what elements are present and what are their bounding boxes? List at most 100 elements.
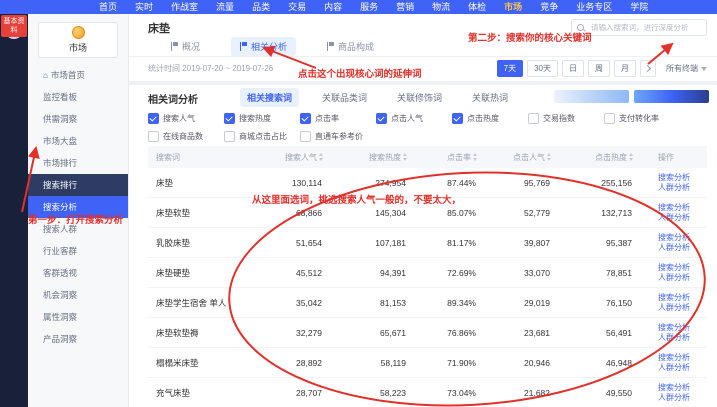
range-button-2[interactable]: 30天 <box>527 60 558 77</box>
action-link-1[interactable]: 搜索分析 <box>658 353 707 363</box>
action-link-2[interactable]: 人群分析 <box>658 273 707 283</box>
checkbox[interactable] <box>452 113 463 124</box>
nav-item-7[interactable]: 内容 <box>315 0 351 14</box>
sidebar-item-12[interactable]: 属性洞察 <box>28 306 128 328</box>
metric-filter[interactable]: 搜索热度 <box>224 111 300 125</box>
action-link-1[interactable]: 搜索分析 <box>658 233 707 243</box>
value-cell: 56,491 <box>566 328 648 338</box>
nav-item-5[interactable]: 品类 <box>243 0 279 14</box>
checkbox[interactable] <box>604 113 615 124</box>
search-box[interactable] <box>571 19 707 36</box>
action-link-2[interactable]: 人群分析 <box>658 393 707 403</box>
nav-item-13[interactable]: 竞争 <box>531 0 567 14</box>
sort-icon[interactable] <box>547 153 552 161</box>
action-link-1[interactable]: 搜索分析 <box>658 323 707 333</box>
nav-item-8[interactable]: 服务 <box>351 0 387 14</box>
panel-tab-4[interactable]: 关联热词 <box>465 88 515 107</box>
terminal-filter-label: 所有终端 <box>666 63 698 74</box>
checkbox[interactable] <box>148 131 159 142</box>
action-link-1[interactable]: 搜索分析 <box>658 203 707 213</box>
column-header-4[interactable]: 点击率 <box>422 152 492 163</box>
panel-tab-2[interactable]: 关联品类词 <box>315 88 374 107</box>
metric-filter[interactable]: 点击人气 <box>376 111 452 125</box>
nav-item-1[interactable]: 首页 <box>90 0 126 14</box>
action-link-2[interactable]: 人群分析 <box>658 183 707 193</box>
sort-icon[interactable] <box>629 153 634 161</box>
column-header-2[interactable]: 搜索人气 <box>260 152 338 163</box>
action-link-1[interactable]: 搜索分析 <box>658 173 707 183</box>
sidebar-item-4[interactable]: 市场大盘 <box>28 130 128 152</box>
sidebar-item-13[interactable]: 产品洞察 <box>28 328 128 350</box>
sidebar-header[interactable]: 市场 <box>38 22 118 58</box>
checkbox[interactable] <box>300 113 311 124</box>
nav-item-15[interactable]: 学院 <box>621 0 657 14</box>
column-header-3[interactable]: 搜索热度 <box>338 152 422 163</box>
range-button-1[interactable]: 7天 <box>497 60 523 77</box>
nav-item-11[interactable]: 体检 <box>459 0 495 14</box>
action-link-1[interactable]: 搜索分析 <box>658 383 707 393</box>
checkbox[interactable] <box>148 113 159 124</box>
sort-icon[interactable] <box>403 153 408 161</box>
nav-item-4[interactable]: 流量 <box>207 0 243 14</box>
checkbox[interactable] <box>300 131 311 142</box>
action-link-1[interactable]: 搜索分析 <box>658 263 707 273</box>
nav-item-10[interactable]: 物流 <box>423 0 459 14</box>
range-button-3[interactable]: 日 <box>562 60 584 77</box>
search-term-cell: 床垫软垫 <box>148 207 260 219</box>
checkbox[interactable] <box>224 131 235 142</box>
nav-item-2[interactable]: 实时 <box>126 0 162 14</box>
metric-filter[interactable]: 交易指数 <box>528 111 604 125</box>
nav-item-3[interactable]: 作战室 <box>162 0 207 14</box>
terminal-filter[interactable]: 所有终端 <box>666 63 707 74</box>
range-button-5[interactable]: 月 <box>614 60 636 77</box>
nav-item-9[interactable]: 营销 <box>387 0 423 14</box>
metric-filter[interactable]: 直通车参考价 <box>300 129 376 143</box>
sidebar-item-2[interactable]: 监控看板 <box>28 86 128 108</box>
metric-filter[interactable]: 商城点击占比 <box>224 129 300 143</box>
sidebar-item-10[interactable]: 客群透视 <box>28 262 128 284</box>
checkbox[interactable] <box>376 113 387 124</box>
sidebar-item-3[interactable]: 供需洞察 <box>28 108 128 130</box>
column-header-6[interactable]: 点击热度 <box>566 152 648 163</box>
value-cell: 89.34% <box>422 298 492 308</box>
sort-icon[interactable] <box>473 153 478 161</box>
column-header-5[interactable]: 点击人气 <box>492 152 566 163</box>
search-input[interactable] <box>589 22 701 33</box>
action-link-1[interactable]: 搜索分析 <box>658 293 707 303</box>
checkbox[interactable] <box>528 113 539 124</box>
sidebar-item-8[interactable]: 搜索人群 <box>28 218 128 240</box>
metric-filter[interactable]: 支付转化率 <box>604 111 680 125</box>
action-cell: 搜索分析人群分析 <box>648 233 707 253</box>
action-link-2[interactable]: 人群分析 <box>658 333 707 343</box>
sidebar-item-5[interactable]: 市场排行 <box>28 152 128 174</box>
search-term-cell: 充气床垫 <box>148 387 260 399</box>
table-row: 充气床垫28,70758,22373.04%21,68249,550搜索分析人群… <box>148 378 707 407</box>
top-nav: 首页实时作战室流量品类交易内容服务营销物流体检市场竞争业务专区学院 <box>0 0 717 14</box>
metric-filter[interactable]: 在线商品数 <box>148 129 224 143</box>
panel-tab-1[interactable]: 相关搜索词 <box>240 88 299 107</box>
action-link-2[interactable]: 人群分析 <box>658 303 707 313</box>
action-link-2[interactable]: 人群分析 <box>658 363 707 373</box>
action-link-2[interactable]: 人群分析 <box>658 243 707 253</box>
nav-item-12[interactable]: 市场 <box>495 0 531 14</box>
sidebar-item-11[interactable]: 机会洞察 <box>28 284 128 306</box>
page-tab-2[interactable]: 相关分析 <box>231 37 296 56</box>
checkbox[interactable] <box>224 113 235 124</box>
sort-icon[interactable] <box>319 153 324 161</box>
page-tab-3[interactable]: 商品构成 <box>318 37 383 56</box>
sidebar-item-9[interactable]: 行业客群 <box>28 240 128 262</box>
metric-filter[interactable]: 点击率 <box>300 111 376 125</box>
sidebar-item-1[interactable]: ⌂市场首页 <box>28 64 128 86</box>
sidebar: 市场 ⌂市场首页监控看板供需洞察市场大盘市场排行搜索排行搜索分析搜索人群行业客群… <box>28 14 129 407</box>
nav-item-14[interactable]: 业务专区 <box>567 0 621 14</box>
metric-filter[interactable]: 搜索人气 <box>148 111 224 125</box>
next-period-button[interactable] <box>640 60 656 77</box>
range-button-4[interactable]: 周 <box>588 60 610 77</box>
nav-item-6[interactable]: 交易 <box>279 0 315 14</box>
sidebar-item-7[interactable]: 搜索分析 <box>28 196 128 218</box>
panel-tab-3[interactable]: 关联修饰词 <box>390 88 449 107</box>
page-tab-1[interactable]: 概况 <box>162 37 209 56</box>
sidebar-item-6[interactable]: 搜索排行 <box>28 174 128 196</box>
metric-filter[interactable]: 点击热度 <box>452 111 528 125</box>
action-link-2[interactable]: 人群分析 <box>658 213 707 223</box>
